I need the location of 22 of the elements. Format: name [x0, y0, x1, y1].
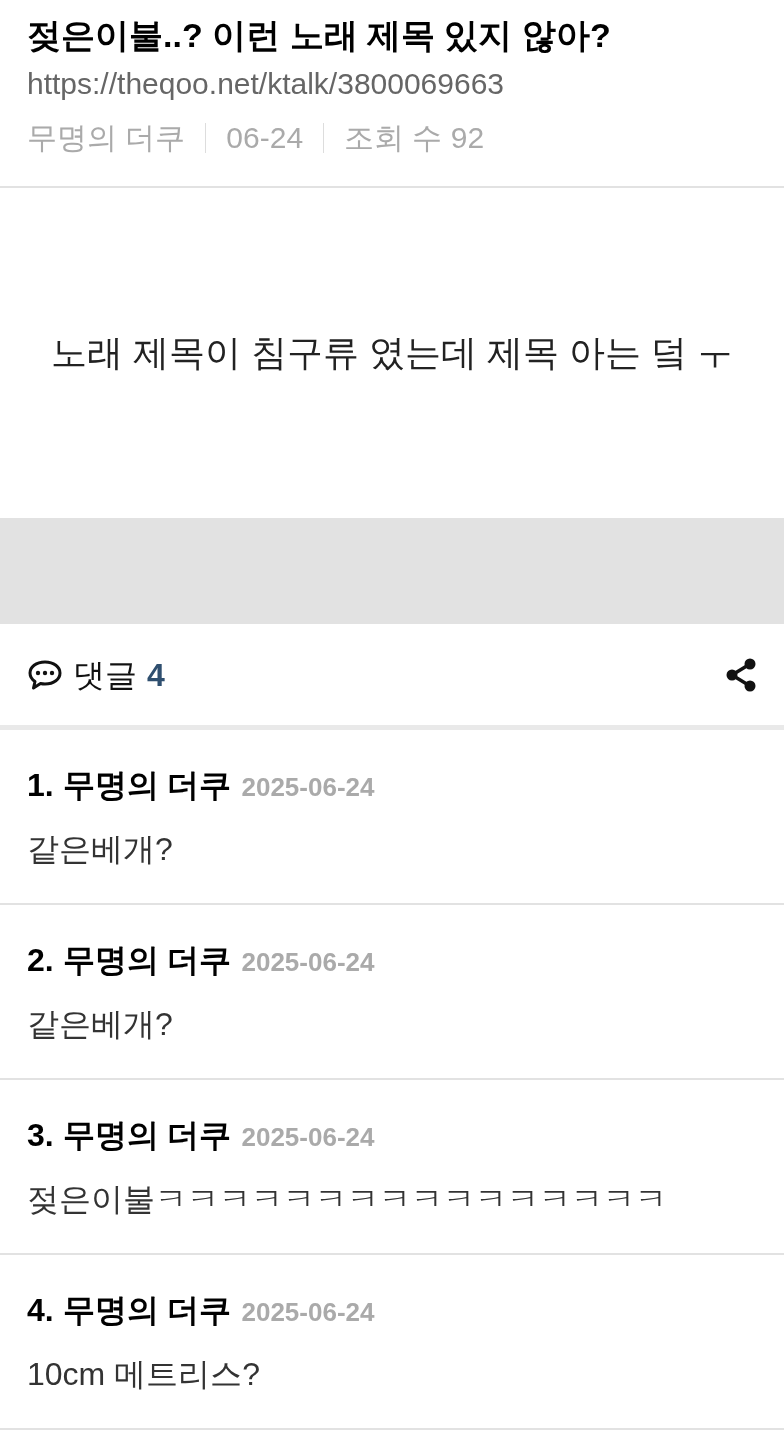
comment-author: 2. 무명의 더쿠: [27, 941, 232, 980]
comment-date: 2025-06-24: [241, 771, 375, 804]
post-title: 젖은이불..? 이런 노래 제목 있지 않아?: [27, 15, 612, 56]
comment-author: 1. 무명의 더쿠: [27, 766, 232, 805]
comment-text: 같은베개?: [27, 830, 174, 869]
comment-count: 4: [147, 655, 165, 695]
comments-label: 댓글: [73, 655, 137, 695]
comment-date: 2025-06-24: [241, 1296, 375, 1329]
view-count: 조회 수 92: [344, 120, 485, 156]
share-icon[interactable]: [725, 657, 757, 692]
post-url[interactable]: https://theqoo.net/ktalk/3800069663: [27, 62, 757, 106]
comment-date: 2025-06-24: [241, 1121, 375, 1154]
comment-text: 젖은이불ㅋㅋㅋㅋㅋㅋㅋㅋㅋㅋㅋㅋㅋㅋㅋㅋ: [27, 1180, 668, 1219]
post-body: 노래 제목이 침구류 였는데 제목 아는 덬 ㅜ: [51, 331, 733, 375]
comment-text: 10cm 메트리스?: [27, 1355, 261, 1394]
speech-bubble-icon: [27, 658, 63, 691]
post-date: 06-24: [226, 120, 304, 156]
comment-author: 4. 무명의 더쿠: [27, 1291, 232, 1330]
comment-author: 3. 무명의 더쿠: [27, 1116, 232, 1155]
comment-text: 같은베개?: [27, 1005, 174, 1044]
comment-date: 2025-06-24: [241, 946, 375, 979]
post-author: 무명의 더쿠: [27, 120, 186, 156]
